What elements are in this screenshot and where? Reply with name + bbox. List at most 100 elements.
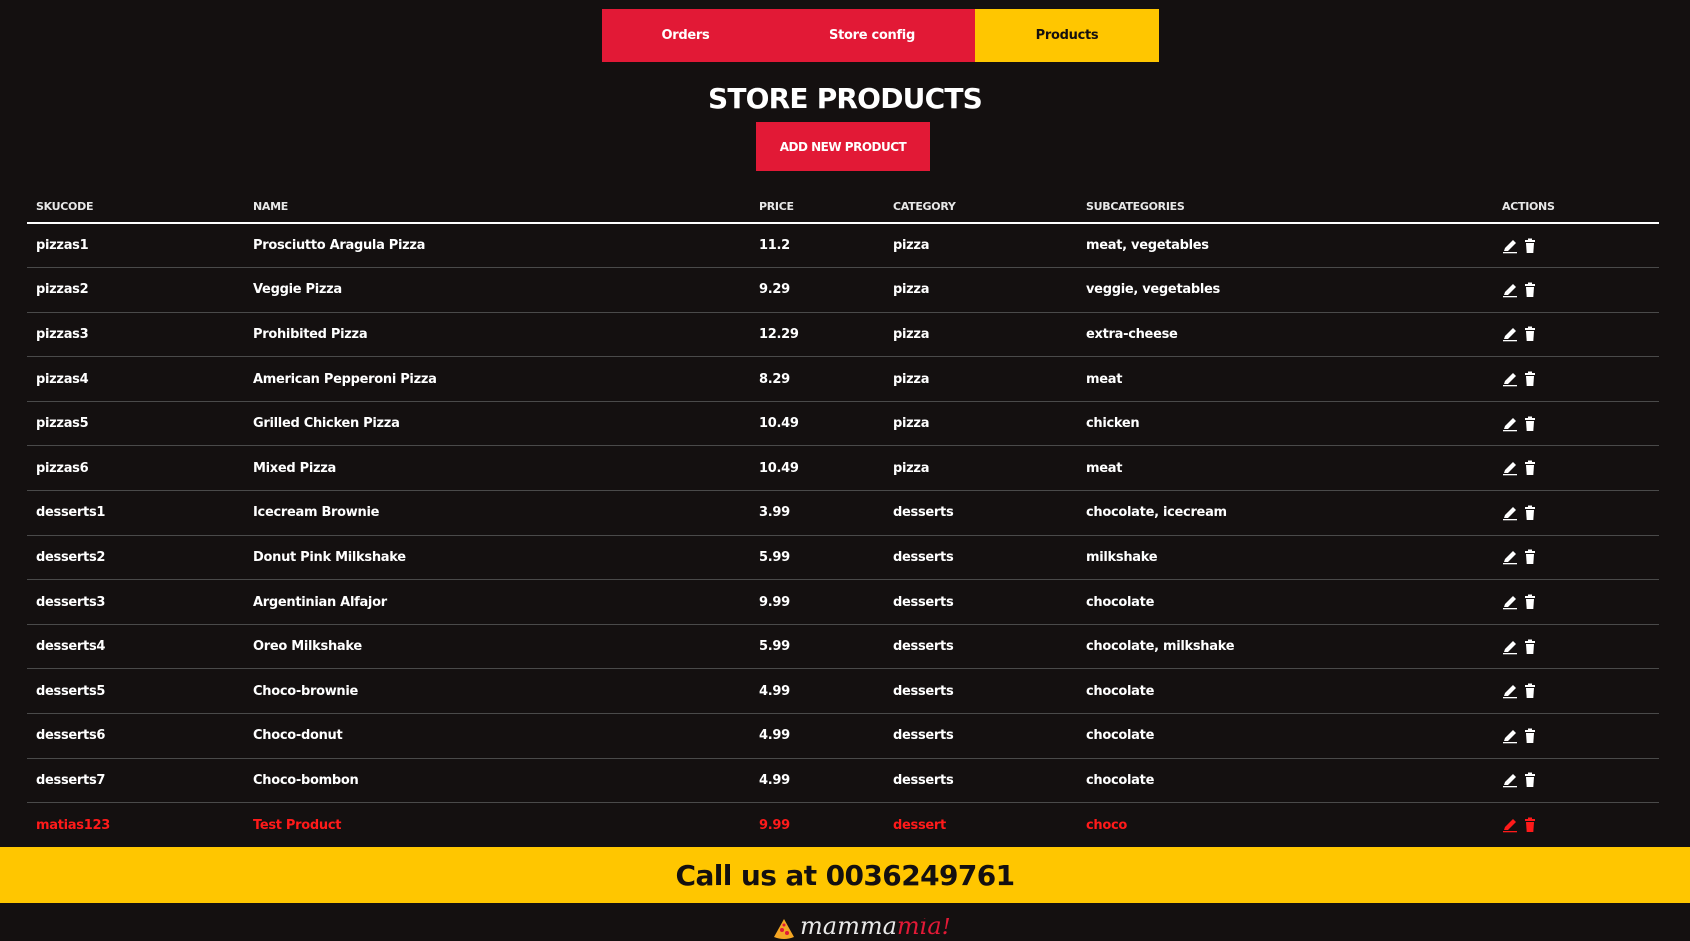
cell-category: pizza bbox=[884, 445, 1077, 492]
call-us-banner: Call us at 0036249761 bbox=[0, 847, 1690, 903]
pencil-icon[interactable] bbox=[1502, 817, 1518, 833]
trash-icon[interactable] bbox=[1522, 282, 1538, 298]
cell-subcategories: chocolate, icecream bbox=[1077, 490, 1493, 536]
trash-icon[interactable] bbox=[1522, 549, 1538, 565]
cell-skucode: desserts2 bbox=[27, 535, 244, 581]
table-body: pizzas1 Prosciutto Aragula Pizza 11.2 pizza… bbox=[27, 223, 1659, 848]
cell-name: Argentinian Alfajor bbox=[244, 579, 750, 625]
cell-price: 4.99 bbox=[750, 668, 884, 715]
cell-category: desserts bbox=[884, 758, 1077, 804]
tab-store-config[interactable]: Store config bbox=[769, 9, 975, 62]
cell-price: 11.2 bbox=[750, 223, 884, 269]
header-subcategories: SUBCATEGORIES bbox=[1077, 190, 1493, 224]
pencil-icon[interactable] bbox=[1502, 505, 1518, 521]
add-new-product-button[interactable]: ADD NEW PRODUCT bbox=[756, 122, 930, 171]
pencil-icon[interactable] bbox=[1502, 416, 1518, 432]
cell-name: American Pepperoni Pizza bbox=[244, 356, 750, 402]
cell-name: Mixed Pizza bbox=[244, 445, 750, 492]
cell-actions bbox=[1493, 445, 1659, 492]
header-price: PRICE bbox=[750, 190, 884, 224]
cell-name: Icecream Brownie bbox=[244, 490, 750, 536]
row-actions bbox=[1502, 817, 1659, 833]
trash-icon[interactable] bbox=[1522, 371, 1538, 387]
row-actions bbox=[1502, 728, 1659, 744]
pencil-icon[interactable] bbox=[1502, 371, 1518, 387]
trash-icon[interactable] bbox=[1522, 505, 1538, 521]
trash-icon[interactable] bbox=[1522, 683, 1538, 699]
table-row: pizzas5 Grilled Chicken Pizza 10.49 pizza ch… bbox=[27, 401, 1659, 447]
pencil-icon[interactable] bbox=[1502, 460, 1518, 476]
cell-name: Prosciutto Aragula Pizza bbox=[244, 223, 750, 269]
footer-logo[interactable]: mammamia! bbox=[772, 918, 951, 941]
cell-name: Prohibited Pizza bbox=[244, 312, 750, 358]
table-row: matias123 Test Product 9.99 dessert choco bbox=[27, 802, 1659, 848]
table-row: desserts6 Choco-donut 4.99 desserts chocolat… bbox=[27, 713, 1659, 759]
trash-icon[interactable] bbox=[1522, 326, 1538, 342]
logo-text-mamma: mamma bbox=[800, 918, 897, 940]
header-skucode: SKUCODE bbox=[27, 190, 244, 224]
page-title: STORE PRODUCTS bbox=[708, 82, 983, 115]
cell-category: pizza bbox=[884, 356, 1077, 402]
pencil-icon[interactable] bbox=[1502, 683, 1518, 699]
table-row: desserts2 Donut Pink Milkshake 5.99 dessert… bbox=[27, 535, 1659, 581]
pencil-icon[interactable] bbox=[1502, 639, 1518, 655]
row-actions bbox=[1502, 772, 1659, 788]
header-actions: ACTIONS bbox=[1493, 190, 1659, 224]
table-row: pizzas2 Veggie Pizza 9.29 pizza veggie, vege… bbox=[27, 267, 1659, 313]
trash-icon[interactable] bbox=[1522, 728, 1538, 744]
trash-icon[interactable] bbox=[1522, 416, 1538, 432]
row-actions bbox=[1502, 594, 1659, 610]
tab-orders[interactable]: Orders bbox=[602, 9, 769, 62]
cell-actions bbox=[1493, 490, 1659, 536]
cell-skucode: desserts1 bbox=[27, 490, 244, 536]
row-actions bbox=[1502, 416, 1659, 432]
trash-icon[interactable] bbox=[1522, 594, 1538, 610]
pencil-icon[interactable] bbox=[1502, 326, 1518, 342]
cell-subcategories: veggie, vegetables bbox=[1077, 267, 1493, 313]
table-row: pizzas3 Prohibited Pizza 12.29 pizza extra-c… bbox=[27, 312, 1659, 358]
table-header-row: SKUCODE NAME PRICE CATEGORY SUBCATEGORIE… bbox=[27, 190, 1659, 224]
trash-icon[interactable] bbox=[1522, 460, 1538, 476]
cell-subcategories: chicken bbox=[1077, 401, 1493, 447]
cell-skucode: pizzas4 bbox=[27, 356, 244, 402]
pencil-icon[interactable] bbox=[1502, 282, 1518, 298]
cell-price: 9.99 bbox=[750, 802, 884, 848]
cell-subcategories: chocolate bbox=[1077, 668, 1493, 715]
cell-actions bbox=[1493, 267, 1659, 313]
cell-actions bbox=[1493, 223, 1659, 269]
cell-name: Oreo Milkshake bbox=[244, 624, 750, 670]
tab-products[interactable]: Products bbox=[975, 9, 1159, 62]
cell-subcategories: chocolate bbox=[1077, 758, 1493, 804]
pencil-icon[interactable] bbox=[1502, 549, 1518, 565]
cell-actions bbox=[1493, 356, 1659, 402]
table-row: desserts5 Choco-brownie 4.99 desserts chocol… bbox=[27, 668, 1659, 715]
row-actions bbox=[1502, 326, 1659, 342]
cell-subcategories: meat bbox=[1077, 445, 1493, 492]
trash-icon[interactable] bbox=[1522, 817, 1538, 833]
cell-actions bbox=[1493, 401, 1659, 447]
trash-icon[interactable] bbox=[1522, 238, 1538, 254]
trash-icon[interactable] bbox=[1522, 639, 1538, 655]
cell-category: desserts bbox=[884, 579, 1077, 625]
cell-actions bbox=[1493, 713, 1659, 759]
logo-text: mammamia! bbox=[800, 918, 951, 941]
pencil-icon[interactable] bbox=[1502, 594, 1518, 610]
cell-actions bbox=[1493, 312, 1659, 358]
pencil-icon[interactable] bbox=[1502, 772, 1518, 788]
cell-category: pizza bbox=[884, 401, 1077, 447]
pencil-icon[interactable] bbox=[1502, 238, 1518, 254]
trash-icon[interactable] bbox=[1522, 772, 1538, 788]
cell-price: 5.99 bbox=[750, 535, 884, 581]
cell-subcategories: chocolate bbox=[1077, 579, 1493, 625]
cell-skucode: desserts3 bbox=[27, 579, 244, 625]
cell-category: dessert bbox=[884, 802, 1077, 848]
table-row: desserts3 Argentinian Alfajor 9.99 desserts… bbox=[27, 579, 1659, 625]
cell-subcategories: milkshake bbox=[1077, 535, 1493, 581]
header-name: NAME bbox=[244, 190, 750, 224]
cell-name: Donut Pink Milkshake bbox=[244, 535, 750, 581]
pencil-icon[interactable] bbox=[1502, 728, 1518, 744]
nav-tabs: Orders Store config Products bbox=[602, 9, 1159, 62]
call-us-text: Call us at 0036249761 bbox=[675, 858, 1016, 892]
cell-actions bbox=[1493, 624, 1659, 670]
cell-subcategories: chocolate bbox=[1077, 713, 1493, 759]
